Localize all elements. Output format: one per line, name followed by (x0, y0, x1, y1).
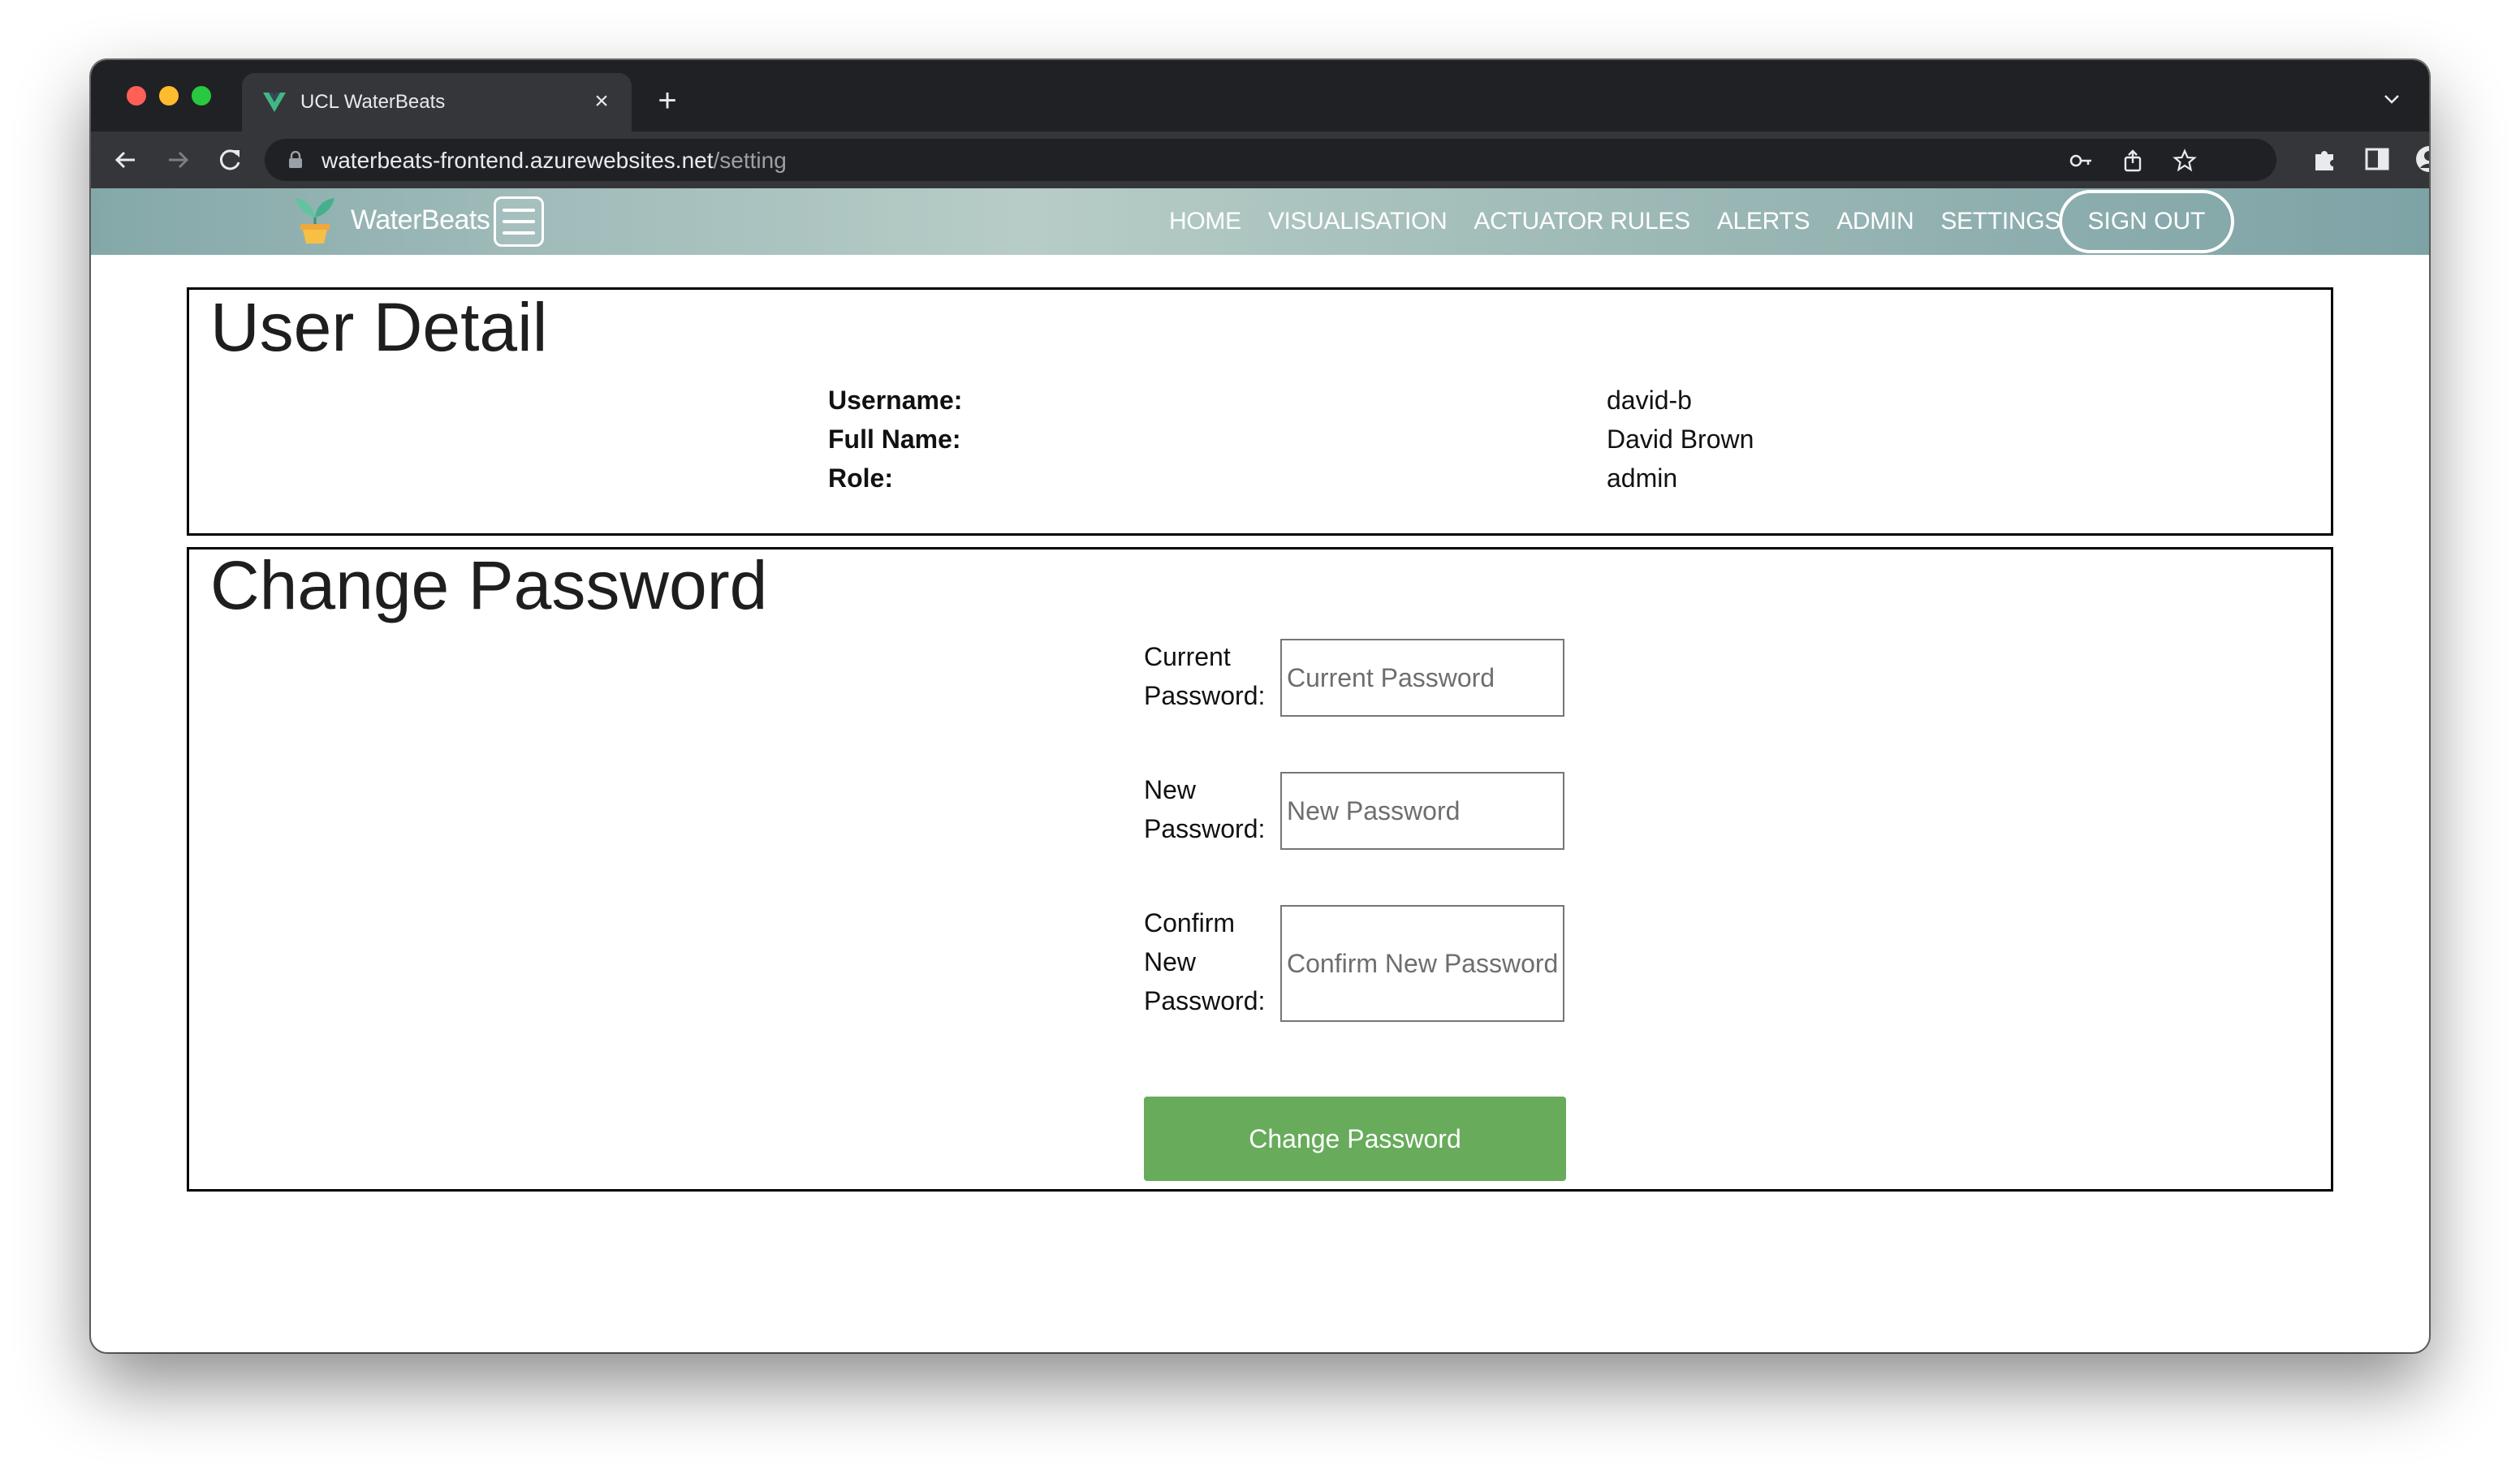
change-password-title: Change Password (210, 547, 768, 623)
url-path: /setting (713, 148, 787, 173)
new-password-label-line-2: Password: (1144, 814, 1266, 843)
browser-window: UCL WaterBeats × + waterbeats-frontend.a… (91, 60, 2429, 1352)
new-tab-icon[interactable]: + (651, 84, 684, 117)
nav-links: HOME VISUALISATION ACTUATOR RULES ALERTS… (1169, 188, 2087, 255)
url-host: waterbeats-frontend.azurewebsites.net (321, 148, 714, 173)
new-password-label: New Password: (1144, 770, 1290, 848)
nav-link-settings[interactable]: SETTINGS (1940, 188, 2060, 255)
current-password-label: Current Password: (1144, 637, 1290, 715)
maximize-window-button[interactable] (192, 86, 211, 106)
address-bar[interactable]: waterbeats-frontend.azurewebsites.net/se… (265, 139, 2276, 181)
browser-tab[interactable]: UCL WaterBeats × (242, 73, 632, 131)
plant-pot-logo-icon[interactable] (291, 193, 339, 245)
full-name-value: David Brown (1607, 425, 1754, 454)
vue-logo-icon (263, 93, 286, 112)
full-name-label: Full Name: (828, 425, 961, 454)
tab-title: UCL WaterBeats (300, 91, 446, 113)
app-navbar: WaterBeats HOME VISUALISATION ACTUATOR R… (91, 188, 2429, 255)
brand-name[interactable]: WaterBeats (351, 205, 490, 235)
confirm-password-label: Confirm New Password: (1144, 903, 1290, 1020)
close-tab-icon[interactable]: × (588, 88, 615, 115)
password-key-icon[interactable] (2069, 149, 2093, 173)
role-label: Role: (828, 463, 893, 493)
bookmark-star-icon[interactable] (2173, 149, 2197, 173)
nav-link-visualisation[interactable]: VISUALISATION (1268, 188, 1448, 255)
hamburger-menu-icon[interactable] (494, 196, 544, 247)
close-window-button[interactable] (127, 86, 146, 106)
username-value: david-b (1607, 386, 1692, 415)
profile-avatar-icon[interactable] (2414, 144, 2429, 174)
nav-link-admin[interactable]: ADMIN (1836, 188, 1914, 255)
minimize-window-button[interactable] (159, 86, 179, 106)
lock-icon[interactable] (287, 151, 304, 169)
user-detail-title: User Detail (210, 289, 548, 365)
nav-link-home[interactable]: HOME (1169, 188, 1241, 255)
extensions-puzzle-icon[interactable] (2311, 144, 2340, 174)
side-panel-icon[interactable] (2362, 144, 2392, 174)
new-password-input[interactable] (1280, 772, 1564, 850)
current-password-label-line-2: Password: (1144, 681, 1266, 710)
sign-out-button[interactable]: SIGN OUT (2059, 190, 2234, 253)
confirm-password-input[interactable] (1280, 905, 1564, 1022)
user-detail-card: User Detail Username: david-b Full Name:… (187, 287, 2333, 536)
tab-search-chevron-icon[interactable] (2382, 89, 2401, 109)
change-password-card: Change Password Current Password: New Pa… (187, 547, 2333, 1192)
browser-toolbar: waterbeats-frontend.azurewebsites.net/se… (91, 131, 2429, 188)
nav-link-alerts[interactable]: ALERTS (1717, 188, 1810, 255)
confirm-password-label-line-3: Password: (1144, 986, 1266, 1015)
current-password-input[interactable] (1280, 639, 1564, 717)
share-icon[interactable] (2121, 149, 2145, 173)
url-text[interactable]: waterbeats-frontend.azurewebsites.net/se… (321, 149, 787, 173)
tab-bar: UCL WaterBeats × + (91, 60, 2429, 131)
username-label: Username: (828, 386, 963, 415)
change-password-button[interactable]: Change Password (1144, 1097, 1566, 1181)
reload-icon[interactable] (213, 143, 247, 177)
back-arrow-icon[interactable] (109, 143, 143, 177)
current-password-label-line-1: Current (1144, 642, 1231, 671)
role-value: admin (1607, 463, 1678, 493)
new-password-label-line-1: New (1144, 775, 1197, 804)
confirm-password-label-line-2: New (1144, 947, 1197, 976)
forward-arrow-icon[interactable] (161, 143, 195, 177)
nav-link-actuator-rules[interactable]: ACTUATOR RULES (1474, 188, 1690, 255)
confirm-password-label-line-1: Confirm (1144, 908, 1236, 937)
